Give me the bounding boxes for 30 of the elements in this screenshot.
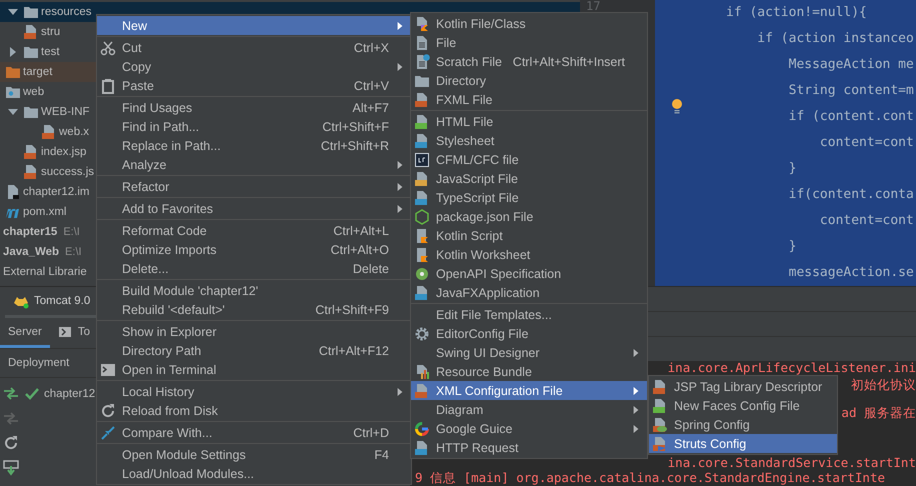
code-line: content=cont (818, 212, 915, 230)
path-text: E:\I (65, 246, 82, 258)
shortcut-text: Ctrl+D (353, 426, 389, 440)
code-line: } (788, 160, 798, 178)
code-line: MessageAction me (788, 56, 915, 74)
shortcut-text: Ctrl+Alt+O (330, 242, 389, 256)
code-line: content=cont (818, 134, 915, 152)
shortcut-text: F4 (374, 448, 389, 462)
code-line: String content=m (788, 82, 915, 100)
shortcut-text: Alt+F7 (352, 100, 389, 114)
shortcut-text: Ctrl+Shift+R (320, 138, 389, 152)
shortcut-text: Ctrl+Alt+Shift+Insert (512, 54, 625, 68)
shortcut-text: Ctrl+X (354, 40, 389, 54)
shortcut-text: Ctrl+Shift+F (322, 120, 389, 134)
code-line: if (content.cont (788, 108, 915, 126)
console-line: ina.core.StandardService.startInt (668, 456, 916, 471)
code-line: messageAction.se (788, 264, 915, 282)
shortcut-text: Delete (352, 262, 389, 276)
console-line: 初始化协议 (851, 378, 916, 394)
console-line: 9 信息 [main] org.apache.catalina.core.StandardEngine.startInte (415, 471, 886, 485)
shortcut-text: Ctrl+V (354, 78, 389, 92)
shortcut-text: Ctrl+Shift+F9 (315, 302, 389, 316)
path-text: E:\I (63, 226, 80, 238)
code-line: if (action instanceo (756, 30, 915, 48)
console-line: ad 服务器在 (841, 406, 916, 422)
console-line: ina.core.AprLifecycleListener.ini (668, 361, 916, 377)
code-line: if (action!=null){ (726, 4, 868, 22)
code-line: } (788, 238, 798, 256)
code-line: if(content.conta (788, 186, 915, 204)
shortcut-text: Ctrl+Alt+L (333, 224, 389, 238)
